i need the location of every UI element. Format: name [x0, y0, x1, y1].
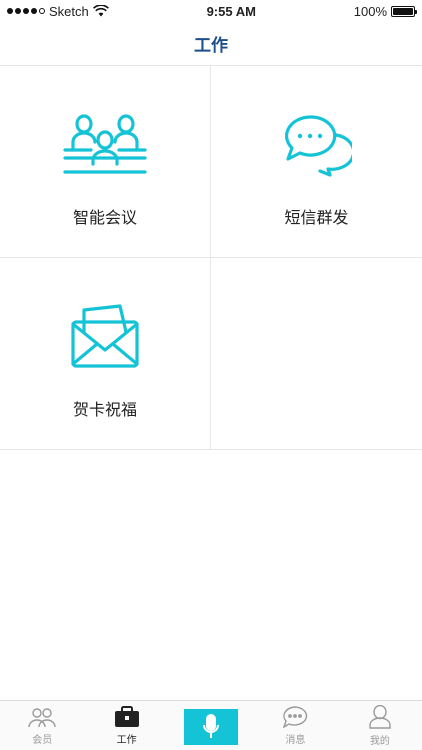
- status-right: 100%: [353, 3, 417, 19]
- message-bubble-icon: [283, 705, 308, 728]
- grid-item-label: 智能会议: [72, 210, 137, 227]
- page-title: 工作: [194, 36, 228, 55]
- tab-label: 消息: [285, 734, 306, 746]
- microphone-icon: [203, 714, 220, 738]
- tab-label: 会员: [32, 734, 53, 746]
- meeting-people-icon: [60, 110, 150, 180]
- tab-messages[interactable]: 消息: [253, 701, 337, 750]
- nav-bar: 工作: [0, 22, 422, 66]
- signal-dots-icon: [7, 8, 45, 14]
- grid-item-empty: [211, 258, 422, 450]
- status-left: Sketch: [7, 4, 109, 19]
- tab-label: 工作: [116, 734, 137, 746]
- envelope-card-icon: [60, 302, 150, 372]
- tab-members[interactable]: 会员: [0, 701, 84, 750]
- tab-label: 我的: [369, 735, 390, 747]
- voice-button[interactable]: [184, 709, 239, 745]
- briefcase-icon: [114, 705, 139, 727]
- grid-item-greeting-card[interactable]: 贺卡祝福: [0, 258, 211, 450]
- chat-bubbles-icon: [272, 110, 362, 180]
- status-time: 9:55 AM: [206, 3, 256, 19]
- grid-item-label: 贺卡祝福: [72, 402, 137, 419]
- tab-profile[interactable]: 我的: [338, 701, 422, 750]
- status-bar: Sketch 9:55 AM 100%: [0, 0, 422, 22]
- carrier-label: Sketch: [49, 3, 89, 19]
- feature-grid: 智能会议 短信群发 贺卡祝福: [0, 66, 422, 450]
- battery-percent: 100%: [353, 3, 387, 19]
- wifi-icon: [92, 5, 109, 17]
- tab-work[interactable]: 工作: [84, 701, 168, 750]
- grid-item-smart-meeting[interactable]: 智能会议: [0, 66, 211, 258]
- grid-item-sms-broadcast[interactable]: 短信群发: [211, 66, 422, 258]
- grid-item-label: 短信群发: [284, 210, 349, 227]
- battery-icon: [391, 5, 417, 17]
- tab-bar: 会员 工作 消息 我的: [0, 700, 422, 750]
- tab-voice[interactable]: [169, 701, 253, 750]
- members-icon: [28, 707, 56, 727]
- profile-icon: [369, 704, 391, 729]
